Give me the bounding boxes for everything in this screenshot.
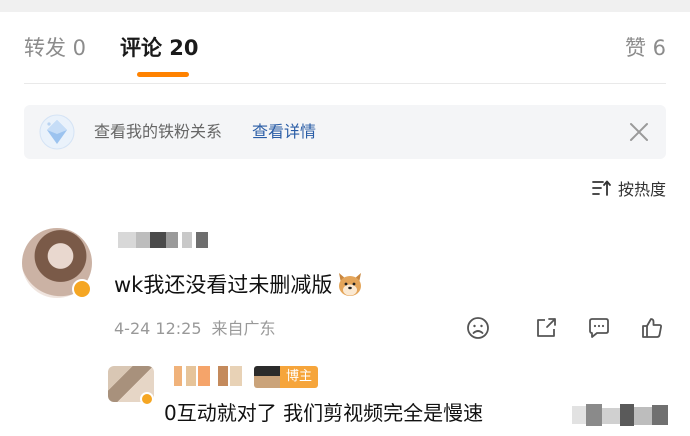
comment-text: wk我还没看过未删减版	[114, 273, 333, 297]
reply-text-mosaic	[572, 404, 672, 426]
blogger-tag: 博主	[254, 366, 319, 388]
commenter-name-mosaic[interactable]	[118, 232, 210, 248]
sort-by-heat-button[interactable]: 按热度	[592, 176, 666, 200]
blogger-tag-image	[254, 366, 280, 388]
thumbs-up-icon[interactable]	[640, 316, 664, 340]
tab-repost[interactable]: 转发 0	[24, 34, 86, 62]
blogger-tag-label: 博主	[280, 366, 319, 388]
reply-text: 0互动就对了 我们剪视频完全是慢速	[164, 401, 484, 425]
comment-meta: 4-24 12:25 来自广东	[114, 318, 276, 340]
verified-badge	[72, 279, 92, 299]
frown-icon[interactable]	[466, 316, 490, 340]
tab-comments[interactable]: 评论 20	[120, 34, 199, 62]
fan-relation-banner: 查看我的铁粉关系 查看详情	[24, 105, 666, 159]
banner-text: 查看我的铁粉关系	[94, 122, 223, 141]
view-details-link[interactable]: 查看详情	[252, 120, 316, 144]
active-tab-indicator	[137, 72, 189, 77]
comment-date: 4-24 12:25	[114, 319, 202, 338]
dog-emoji-icon	[339, 273, 362, 296]
diamond-badge-icon	[39, 114, 75, 150]
reply-name-mosaic[interactable]	[174, 366, 246, 386]
tab-bar: 转发 0 评论 20 赞 6	[0, 12, 690, 84]
tab-likes[interactable]: 赞 6	[625, 34, 666, 62]
share-icon[interactable]	[534, 316, 558, 340]
comment-body: wk我还没看过未删减版	[114, 270, 364, 300]
comment-location: 来自广东	[211, 319, 276, 338]
top-strip	[0, 0, 690, 12]
sort-label: 按热度	[617, 180, 666, 199]
reply-verified-badge	[140, 392, 154, 406]
sort-icon	[592, 180, 611, 196]
comment-icon[interactable]	[587, 316, 611, 340]
tab-divider	[24, 83, 666, 84]
close-icon[interactable]	[628, 121, 650, 143]
